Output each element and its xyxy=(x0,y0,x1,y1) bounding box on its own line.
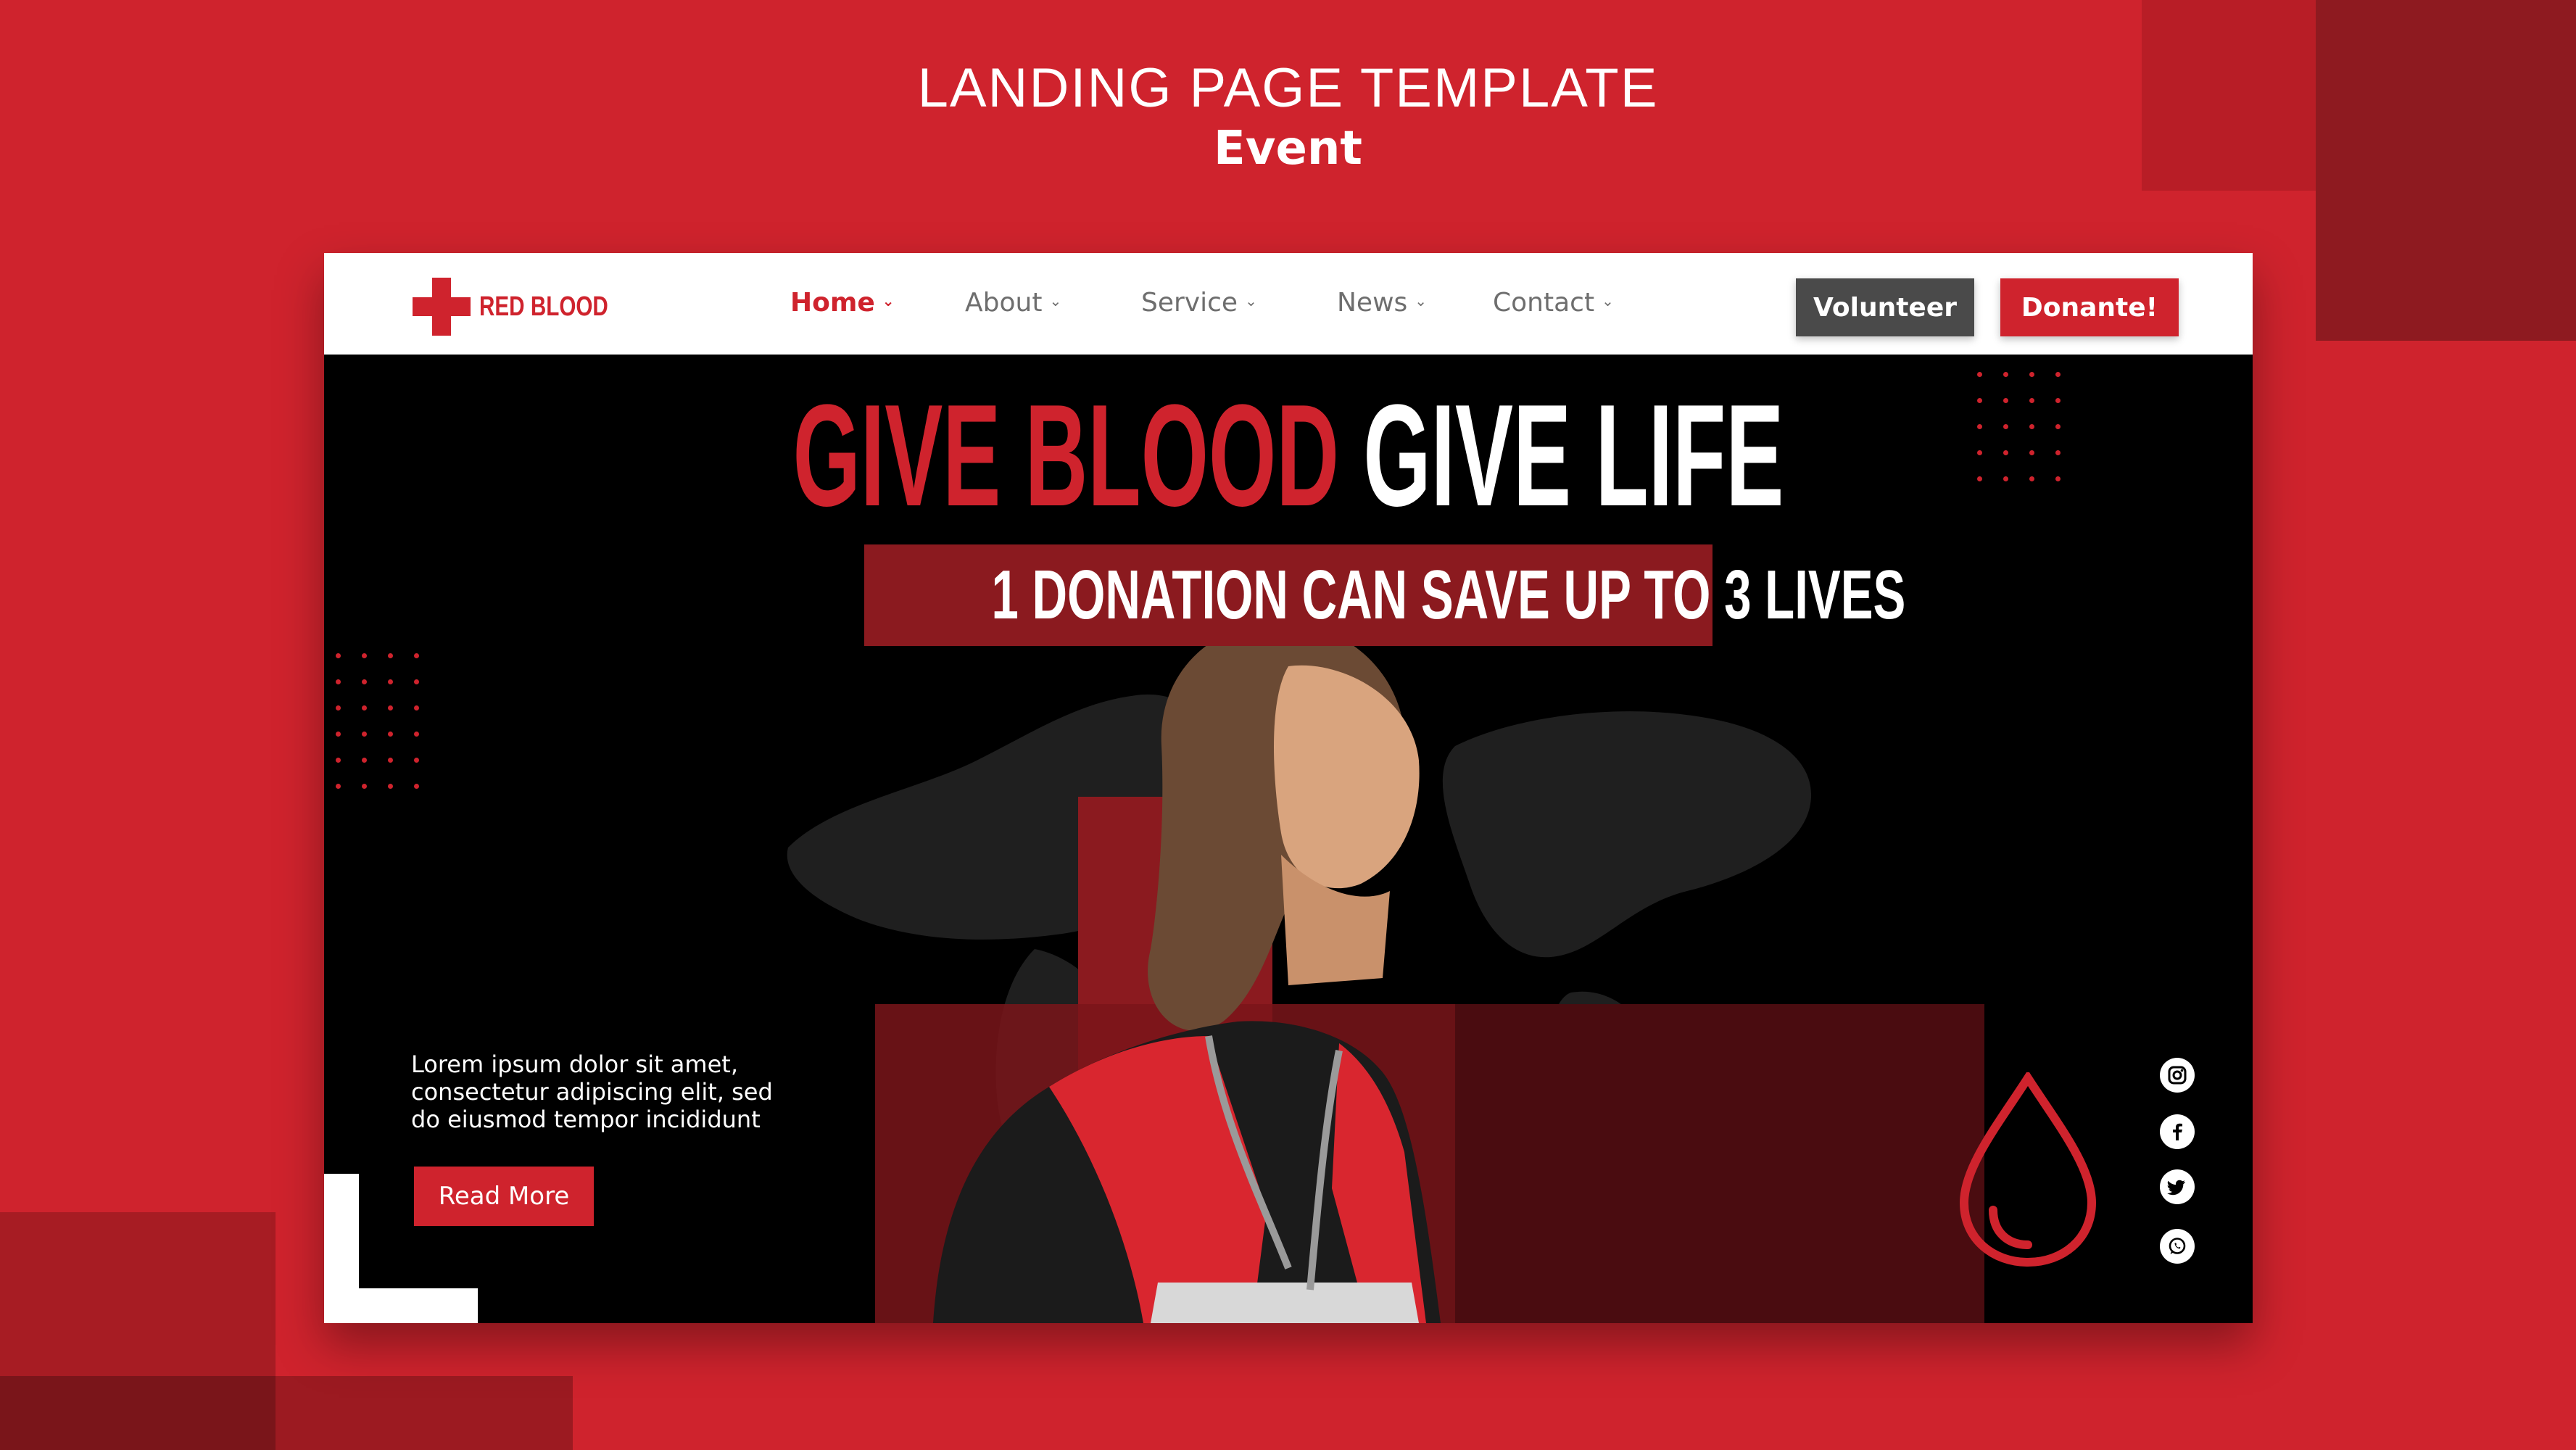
nav-item-label: News xyxy=(1337,288,1408,318)
nav-item-about[interactable]: About ⌄ xyxy=(965,288,1061,318)
nav-item-home[interactable]: Home ⌄ xyxy=(790,288,895,318)
corner-bracket xyxy=(324,1288,478,1323)
whatsapp-icon[interactable] xyxy=(2160,1229,2195,1264)
hero-lead-text: Lorem ipsum dolor sit amet, consectetur … xyxy=(411,1051,832,1133)
read-more-button[interactable]: Read More xyxy=(414,1167,594,1226)
nav-item-label: Service xyxy=(1141,288,1238,318)
cross-icon xyxy=(413,278,471,336)
chevron-down-icon: ⌄ xyxy=(1415,291,1428,310)
presentation-title: LANDING PAGE TEMPLATE xyxy=(917,57,1659,119)
volunteer-button[interactable]: Volunteer xyxy=(1796,278,1974,336)
hero-headline: GIVE BLOOD GIVE LIFE xyxy=(710,384,1867,529)
blood-drop-icon xyxy=(1959,1072,2097,1267)
chevron-down-icon: ⌄ xyxy=(1049,291,1062,310)
nav-item-service[interactable]: Service ⌄ xyxy=(1141,288,1257,318)
nav-item-label: About xyxy=(965,288,1043,318)
lead-line: Lorem ipsum dolor sit amet, xyxy=(411,1051,738,1078)
nav-item-news[interactable]: News ⌄ xyxy=(1337,288,1427,318)
instagram-icon[interactable] xyxy=(2160,1058,2195,1093)
tagline-ribbon: 1 DONATION CAN SAVE UP TO 3 LIVES xyxy=(864,544,1906,646)
decor-block xyxy=(0,1376,276,1450)
decor-block xyxy=(1455,1004,1984,1323)
landing-page-mockup: RED BLOOD Home ⌄ About ⌄ Service ⌄ News … xyxy=(324,253,2253,1323)
headline-white: GIVE LIFE xyxy=(1363,375,1784,536)
nav-item-contact[interactable]: Contact ⌄ xyxy=(1493,288,1614,318)
brand-name: RED BLOOD xyxy=(479,291,608,322)
nav-item-label: Home xyxy=(790,288,875,318)
lead-line: consectetur adipiscing elit, sed xyxy=(411,1078,773,1106)
chevron-down-icon: ⌄ xyxy=(882,291,895,310)
headline-red: GIVE BLOOD xyxy=(792,375,1339,536)
donate-button[interactable]: Donante! xyxy=(2000,278,2179,336)
twitter-icon[interactable] xyxy=(2160,1169,2195,1204)
hero-section: GIVE BLOOD GIVE LIFE 1 DONATION CAN SAVE… xyxy=(324,355,2253,1323)
tagline-text: 1 DONATION CAN SAVE UP TO 3 LIVES xyxy=(991,556,1906,634)
lead-line: do eiusmod tempor incididunt xyxy=(411,1106,761,1133)
chevron-down-icon: ⌄ xyxy=(1602,291,1614,310)
brand-logo[interactable]: RED BLOOD xyxy=(413,278,645,336)
nav-item-label: Contact xyxy=(1493,288,1595,318)
chevron-down-icon: ⌄ xyxy=(1245,291,1257,310)
volunteer-photo xyxy=(933,622,1441,1323)
navbar: RED BLOOD Home ⌄ About ⌄ Service ⌄ News … xyxy=(324,253,2253,355)
facebook-icon[interactable] xyxy=(2160,1114,2195,1149)
presentation-subtitle: Event xyxy=(1214,122,1362,175)
